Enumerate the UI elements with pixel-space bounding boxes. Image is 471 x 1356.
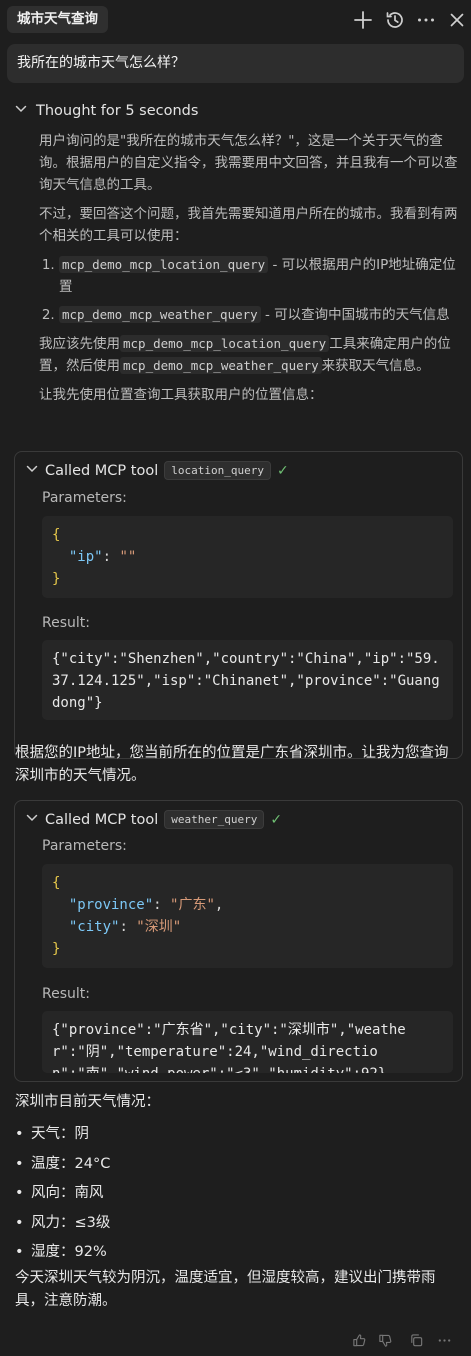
parameters-label: Parameters: [42, 838, 127, 854]
summary-title: 深圳市目前天气情况： [15, 1094, 160, 1110]
thought-title: Thought for 5 seconds [36, 103, 199, 119]
thought-paragraph: 不过，要回答这个问题，我首先需要知道用户所在的城市。我看到有两个相关的工具可以使… [39, 206, 458, 244]
header-bar: 城市天气查询 [0, 0, 471, 40]
inline-code: mcp_demo_mcp_location_query [120, 335, 330, 352]
list-item: • 风力：≤3级 [15, 1214, 111, 1231]
json-value: "" [119, 549, 137, 565]
list-item: • 温度：24°C [15, 1155, 111, 1172]
bullet-text: 风向：南风 [31, 1185, 104, 1201]
result-label: Result: [42, 615, 90, 631]
bullet-text: 天气：阴 [31, 1126, 89, 1142]
text: 来获取天气信息。 [321, 358, 430, 374]
brace: } [52, 941, 61, 957]
list-item-text: - 可以查询中国城市的天气信息 [260, 307, 450, 323]
list-item: mcp_demo_mcp_location_query - 可以根据用户的IP地… [59, 254, 461, 298]
thought-paragraph: 让我先使用位置查询工具获取用户的位置信息： [39, 387, 323, 403]
chat-tab-title[interactable]: 城市天气查询 [7, 6, 108, 33]
copy-icon[interactable] [409, 1333, 424, 1348]
bullet-text: 风力：≤3级 [31, 1214, 111, 1231]
parameters-label: Parameters: [42, 490, 127, 506]
brace: } [52, 571, 61, 587]
list-item: • 湿度：92% [15, 1244, 107, 1260]
parameters-code: { "province": "广东", "city": "深圳" } [42, 864, 453, 968]
tool-name-badge: weather_query [164, 810, 265, 829]
chevron-down-icon [14, 101, 28, 115]
weather-bullet-list: • 天气：阴 • 温度：24°C • 风向：南风 • 风力：≤3级 • 湿度：92% [15, 1120, 455, 1268]
tool-call-toggle[interactable]: Called MCP tool weather_query ✓ [25, 809, 282, 831]
plus-icon[interactable] [352, 9, 374, 31]
tool-call-title: Called MCP tool [45, 463, 159, 479]
tool-call-card-location: Called MCP tool location_query ✓ Parameter… [14, 451, 463, 759]
more-options-icon[interactable] [437, 1333, 452, 1348]
chevron-down-icon [25, 810, 39, 824]
list-item: mcp_demo_mcp_weather_query - 可以查询中国城市的天气… [59, 304, 461, 326]
thought-paragraph: 我应该先使用 mcp_demo_mcp_location_query 工具来确定用户… [39, 333, 461, 377]
tool-call-toggle[interactable]: Called MCP tool location_query ✓ [25, 460, 289, 482]
parameters-code: { "ip": "" } [42, 516, 453, 598]
brace: { [52, 527, 61, 543]
json-key: "province" [68, 897, 154, 913]
result-code: {"province":"广东省","city":"深圳市","weather"… [42, 1011, 453, 1073]
close-icon[interactable] [446, 9, 468, 31]
tool-name-badge: location_query [164, 461, 271, 480]
closing-text: 今天深圳天气较为阴沉，温度适宜，但湿度较高，建议出门携带雨具，注意防潮。 [15, 1270, 436, 1309]
tool-call-card-weather: Called MCP tool weather_query ✓ Parameters… [14, 800, 463, 1082]
inline-code: mcp_demo_mcp_location_query [59, 256, 269, 273]
user-message-bubble[interactable]: 我所在的城市天气怎么样？ [7, 44, 464, 83]
check-icon: ✓ [276, 463, 289, 479]
thought-paragraph: 用户询问的是"我所在的城市天气怎么样？"，这是一个关于天气的查询。根据用户的自定… [39, 133, 458, 193]
assistant-text: 根据您的IP地址，您当前所在的位置是广东省深圳市。让我为您查询深圳市的天气情况。 [15, 745, 449, 784]
thought-content: 用户询问的是"我所在的城市天气怎么样？"，这是一个关于天气的查询。根据用户的自定… [39, 130, 461, 413]
json-key: "city" [68, 919, 120, 935]
json-value: "广东" [170, 897, 215, 913]
list-item: • 天气：阴 [15, 1126, 89, 1142]
tool-list: mcp_demo_mcp_location_query - 可以根据用户的IP地… [39, 254, 461, 326]
thought-toggle[interactable]: Thought for 5 seconds [14, 100, 198, 122]
bullet-text: 湿度：92% [31, 1244, 107, 1260]
result-label: Result: [42, 986, 90, 1002]
brace: { [52, 875, 61, 891]
list-item: • 风向：南风 [15, 1185, 104, 1201]
thumbs-up-icon[interactable] [352, 1333, 367, 1348]
json-key: "ip" [68, 549, 103, 565]
result-code: {"city":"Shenzhen","country":"China","ip… [42, 640, 453, 720]
chevron-down-icon [25, 461, 39, 475]
json-value: "深圳" [136, 919, 182, 935]
inline-code: mcp_demo_mcp_weather_query [59, 306, 261, 323]
tool-call-title: Called MCP tool [45, 812, 159, 828]
text: 我应该先使用 [39, 336, 120, 352]
more-options-icon[interactable] [415, 9, 437, 31]
thumbs-down-icon[interactable] [378, 1333, 393, 1348]
inline-code: mcp_demo_mcp_weather_query [120, 357, 322, 374]
history-icon[interactable] [384, 9, 406, 31]
bullet-text: 温度：24°C [31, 1155, 111, 1172]
check-icon: ✓ [270, 812, 283, 828]
